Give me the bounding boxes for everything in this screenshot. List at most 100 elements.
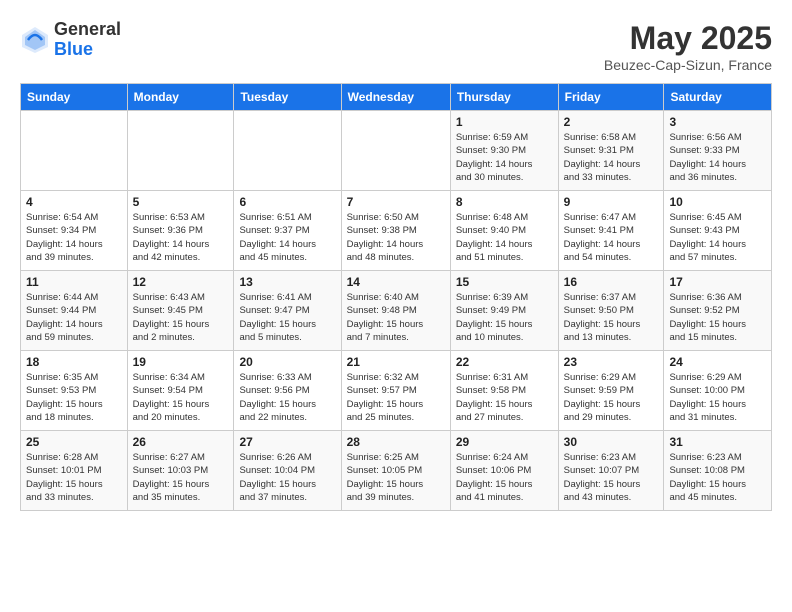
column-header-tuesday: Tuesday bbox=[234, 84, 341, 111]
day-number: 30 bbox=[564, 435, 659, 449]
calendar-cell: 28 Sunrise: 6:25 AM Sunset: 10:05 PM Dayl… bbox=[341, 431, 450, 511]
column-header-thursday: Thursday bbox=[450, 84, 558, 111]
day-number: 4 bbox=[26, 195, 122, 209]
column-header-saturday: Saturday bbox=[664, 84, 772, 111]
calendar-cell: 24 Sunrise: 6:29 AM Sunset: 10:00 PM Dayl… bbox=[664, 351, 772, 431]
title-block: May 2025 Beuzec-Cap-Sizun, France bbox=[604, 20, 772, 73]
calendar-cell: 6 Sunrise: 6:51 AM Sunset: 9:37 PM Daylig… bbox=[234, 191, 341, 271]
day-number: 18 bbox=[26, 355, 122, 369]
calendar-cell: 10 Sunrise: 6:45 AM Sunset: 9:43 PM Dayli… bbox=[664, 191, 772, 271]
day-number: 5 bbox=[133, 195, 229, 209]
day-detail: Sunrise: 6:59 AM Sunset: 9:30 PM Dayligh… bbox=[456, 131, 553, 184]
day-detail: Sunrise: 6:31 AM Sunset: 9:58 PM Dayligh… bbox=[456, 371, 553, 424]
day-detail: Sunrise: 6:36 AM Sunset: 9:52 PM Dayligh… bbox=[669, 291, 766, 344]
calendar-week-row: 4 Sunrise: 6:54 AM Sunset: 9:34 PM Daylig… bbox=[21, 191, 772, 271]
calendar-cell: 26Sunrise: 6:27 AM Sunset: 10:03 PM Dayl… bbox=[127, 431, 234, 511]
day-number: 22 bbox=[456, 355, 553, 369]
day-number: 11 bbox=[26, 275, 122, 289]
calendar-cell: 19 Sunrise: 6:34 AM Sunset: 9:54 PM Dayli… bbox=[127, 351, 234, 431]
day-detail: Sunrise: 6:47 AM Sunset: 9:41 PM Dayligh… bbox=[564, 211, 659, 264]
calendar-cell: 3 Sunrise: 6:56 AM Sunset: 9:33 PM Daylig… bbox=[664, 111, 772, 191]
day-number: 23 bbox=[564, 355, 659, 369]
day-number: 6 bbox=[239, 195, 335, 209]
calendar-cell bbox=[21, 111, 128, 191]
calendar-week-row: 11 Sunrise: 6:44 AM Sunset: 9:44 PM Dayli… bbox=[21, 271, 772, 351]
calendar-cell: 25 Sunrise: 6:28 AM Sunset: 10:01 PM Dayl… bbox=[21, 431, 128, 511]
calendar-week-row: 1Sunrise: 6:59 AM Sunset: 9:30 PM Daylig… bbox=[21, 111, 772, 191]
day-number: 29 bbox=[456, 435, 553, 449]
day-number: 12 bbox=[133, 275, 229, 289]
day-number: 17 bbox=[669, 275, 766, 289]
calendar-cell: 22 Sunrise: 6:31 AM Sunset: 9:58 PM Dayli… bbox=[450, 351, 558, 431]
calendar-cell: 27 Sunrise: 6:26 AM Sunset: 10:04 PM Dayl… bbox=[234, 431, 341, 511]
day-detail: Sunrise: 6:29 AM Sunset: 10:00 PM Daylig… bbox=[669, 371, 766, 424]
calendar-cell bbox=[127, 111, 234, 191]
calendar-cell: 9 Sunrise: 6:47 AM Sunset: 9:41 PM Daylig… bbox=[558, 191, 664, 271]
location-subtitle: Beuzec-Cap-Sizun, France bbox=[604, 57, 772, 73]
calendar-cell: 8 Sunrise: 6:48 AM Sunset: 9:40 PM Daylig… bbox=[450, 191, 558, 271]
day-number: 24 bbox=[669, 355, 766, 369]
day-detail: Sunrise: 6:37 AM Sunset: 9:50 PM Dayligh… bbox=[564, 291, 659, 344]
logo-general: General bbox=[54, 20, 121, 40]
calendar-cell: 23 Sunrise: 6:29 AM Sunset: 9:59 PM Dayli… bbox=[558, 351, 664, 431]
calendar-header-row: SundayMondayTuesdayWednesdayThursdayFrid… bbox=[21, 84, 772, 111]
day-detail: Sunrise: 6:35 AM Sunset: 9:53 PM Dayligh… bbox=[26, 371, 122, 424]
calendar-cell: 4 Sunrise: 6:54 AM Sunset: 9:34 PM Daylig… bbox=[21, 191, 128, 271]
day-detail: Sunrise: 6:25 AM Sunset: 10:05 PM Daylig… bbox=[347, 451, 445, 504]
day-detail: Sunrise: 6:29 AM Sunset: 9:59 PM Dayligh… bbox=[564, 371, 659, 424]
day-detail: Sunrise: 6:34 AM Sunset: 9:54 PM Dayligh… bbox=[133, 371, 229, 424]
day-number: 3 bbox=[669, 115, 766, 129]
column-header-wednesday: Wednesday bbox=[341, 84, 450, 111]
day-detail: Sunrise: 6:45 AM Sunset: 9:43 PM Dayligh… bbox=[669, 211, 766, 264]
day-number: 20 bbox=[239, 355, 335, 369]
logo-text: General Blue bbox=[54, 20, 121, 60]
day-number: 26 bbox=[133, 435, 229, 449]
calendar-cell: 29 Sunrise: 6:24 AM Sunset: 10:06 PM Dayl… bbox=[450, 431, 558, 511]
calendar-cell: 30Sunrise: 6:23 AM Sunset: 10:07 PM Dayl… bbox=[558, 431, 664, 511]
column-header-monday: Monday bbox=[127, 84, 234, 111]
logo-icon bbox=[20, 25, 50, 55]
column-header-sunday: Sunday bbox=[21, 84, 128, 111]
day-number: 15 bbox=[456, 275, 553, 289]
day-detail: Sunrise: 6:44 AM Sunset: 9:44 PM Dayligh… bbox=[26, 291, 122, 344]
day-detail: Sunrise: 6:33 AM Sunset: 9:56 PM Dayligh… bbox=[239, 371, 335, 424]
day-detail: Sunrise: 6:26 AM Sunset: 10:04 PM Daylig… bbox=[239, 451, 335, 504]
calendar-cell bbox=[341, 111, 450, 191]
day-number: 7 bbox=[347, 195, 445, 209]
day-number: 19 bbox=[133, 355, 229, 369]
calendar-cell bbox=[234, 111, 341, 191]
day-detail: Sunrise: 6:51 AM Sunset: 9:37 PM Dayligh… bbox=[239, 211, 335, 264]
day-detail: Sunrise: 6:53 AM Sunset: 9:36 PM Dayligh… bbox=[133, 211, 229, 264]
day-number: 14 bbox=[347, 275, 445, 289]
calendar-week-row: 18 Sunrise: 6:35 AM Sunset: 9:53 PM Dayli… bbox=[21, 351, 772, 431]
day-number: 27 bbox=[239, 435, 335, 449]
calendar-week-row: 25 Sunrise: 6:28 AM Sunset: 10:01 PM Dayl… bbox=[21, 431, 772, 511]
calendar-cell: 5 Sunrise: 6:53 AM Sunset: 9:36 PM Daylig… bbox=[127, 191, 234, 271]
calendar-cell: 11 Sunrise: 6:44 AM Sunset: 9:44 PM Dayli… bbox=[21, 271, 128, 351]
day-detail: Sunrise: 6:40 AM Sunset: 9:48 PM Dayligh… bbox=[347, 291, 445, 344]
calendar-cell: 17 Sunrise: 6:36 AM Sunset: 9:52 PM Dayli… bbox=[664, 271, 772, 351]
day-number: 8 bbox=[456, 195, 553, 209]
calendar-cell: 20 Sunrise: 6:33 AM Sunset: 9:56 PM Dayli… bbox=[234, 351, 341, 431]
day-detail: Sunrise: 6:41 AM Sunset: 9:47 PM Dayligh… bbox=[239, 291, 335, 344]
day-number: 9 bbox=[564, 195, 659, 209]
logo-blue: Blue bbox=[54, 40, 121, 60]
day-detail: Sunrise: 6:32 AM Sunset: 9:57 PM Dayligh… bbox=[347, 371, 445, 424]
day-detail: Sunrise: 6:24 AM Sunset: 10:06 PM Daylig… bbox=[456, 451, 553, 504]
page-header: General Blue May 2025 Beuzec-Cap-Sizun, … bbox=[20, 20, 772, 73]
day-number: 31 bbox=[669, 435, 766, 449]
calendar-cell: 12Sunrise: 6:43 AM Sunset: 9:45 PM Dayli… bbox=[127, 271, 234, 351]
day-detail: Sunrise: 6:48 AM Sunset: 9:40 PM Dayligh… bbox=[456, 211, 553, 264]
calendar-cell: 18 Sunrise: 6:35 AM Sunset: 9:53 PM Dayli… bbox=[21, 351, 128, 431]
calendar-cell: 31Sunrise: 6:23 AM Sunset: 10:08 PM Dayl… bbox=[664, 431, 772, 511]
day-detail: Sunrise: 6:54 AM Sunset: 9:34 PM Dayligh… bbox=[26, 211, 122, 264]
column-header-friday: Friday bbox=[558, 84, 664, 111]
calendar-cell: 21Sunrise: 6:32 AM Sunset: 9:57 PM Dayli… bbox=[341, 351, 450, 431]
day-number: 10 bbox=[669, 195, 766, 209]
day-detail: Sunrise: 6:28 AM Sunset: 10:01 PM Daylig… bbox=[26, 451, 122, 504]
day-number: 28 bbox=[347, 435, 445, 449]
day-number: 25 bbox=[26, 435, 122, 449]
day-detail: Sunrise: 6:56 AM Sunset: 9:33 PM Dayligh… bbox=[669, 131, 766, 184]
month-year-title: May 2025 bbox=[604, 20, 772, 57]
day-number: 13 bbox=[239, 275, 335, 289]
